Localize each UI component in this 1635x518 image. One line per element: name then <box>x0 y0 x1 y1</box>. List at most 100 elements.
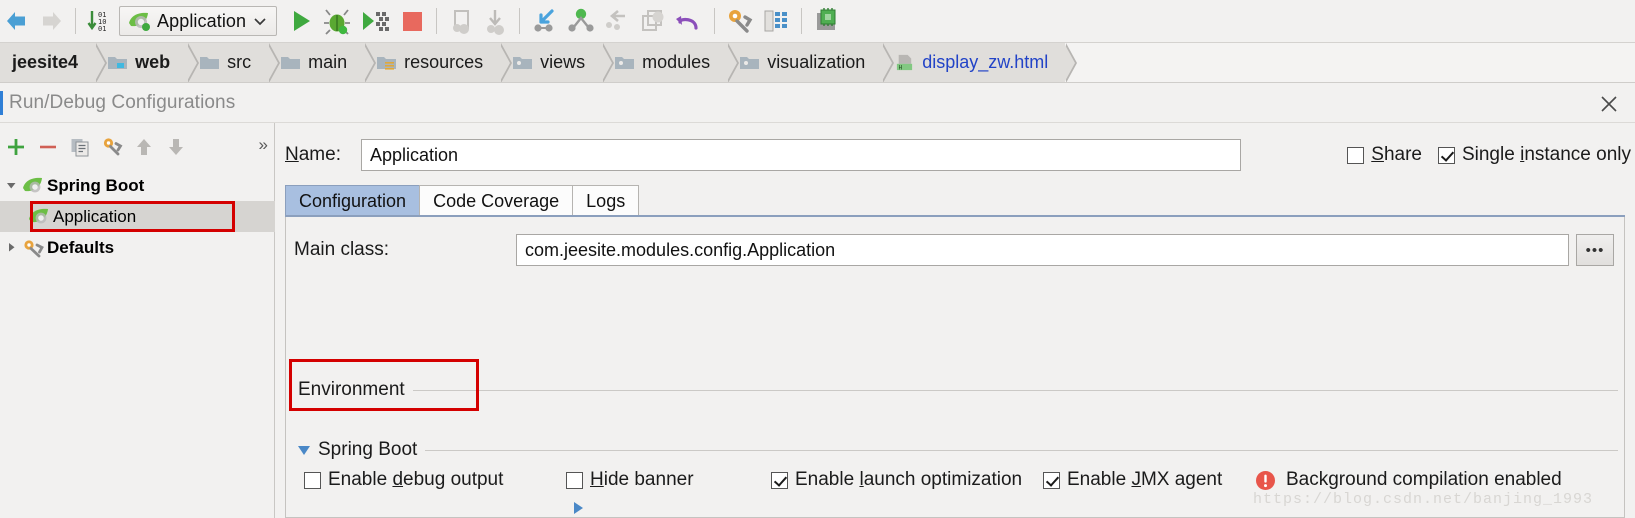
rerun-undo-icon[interactable] <box>674 4 704 38</box>
plus-icon[interactable] <box>0 132 32 162</box>
main-class-label: Main class: <box>294 239 390 260</box>
breadcrumb-item-src[interactable]: src <box>187 43 281 82</box>
forward-arrow-icon <box>37 4 65 38</box>
folder-icon <box>281 57 301 69</box>
copy-configuration-icon[interactable] <box>64 132 96 162</box>
tree-node-label: Spring Boot <box>47 175 145 195</box>
share-label: Share <box>1371 144 1422 165</box>
breadcrumb-label: src <box>227 52 252 72</box>
tree-node-application[interactable]: Application <box>0 201 275 232</box>
chevron-right-icon[interactable] <box>574 502 583 514</box>
breadcrumb-item-modules[interactable]: modules <box>602 43 740 82</box>
checkbox-box <box>1347 146 1365 164</box>
step-out-icon <box>602 4 632 38</box>
step-into-icon[interactable] <box>530 4 560 38</box>
numeric-sort-icon[interactable]: 01 10 01 <box>86 4 112 38</box>
settings-wrench-icon[interactable] <box>725 4 755 38</box>
attach-process-icon <box>481 4 509 38</box>
checkbox-box <box>304 471 321 489</box>
expand-triangle-icon[interactable] <box>0 242 22 253</box>
configurations-toolbar: » <box>0 123 275 170</box>
resources-folder-icon <box>377 57 397 70</box>
tree-node-label: Defaults <box>47 237 115 257</box>
section-divider <box>425 449 1618 451</box>
tree-node-spring-boot[interactable]: Spring Boot <box>0 170 275 201</box>
run-debug-configurations-window: 01 10 01 Application jeesite4 web src ma… <box>0 0 1635 518</box>
restore-layout-icon <box>447 4 475 38</box>
environment-section-header[interactable]: Environment <box>298 379 1618 514</box>
tab-code-coverage[interactable]: Code Coverage <box>419 185 574 216</box>
editor-tabs: Configuration Code Coverage Logs <box>285 185 640 216</box>
breadcrumb-label: web <box>135 52 171 72</box>
breadcrumb-label: display_zw.html <box>922 52 1049 72</box>
breadcrumb-item-web[interactable]: web <box>95 43 200 82</box>
defaults-wrench-icon <box>24 239 44 257</box>
arrow-up-icon <box>128 132 160 162</box>
hide-banner-checkbox[interactable]: Hide banner <box>566 469 771 491</box>
main-class-row: Main class: ••• <box>294 234 1614 266</box>
enable-launch-optimization-label: Enable launch optimization <box>795 469 1023 490</box>
chevron-down-icon[interactable] <box>298 445 310 455</box>
checkbox-box <box>771 471 788 489</box>
background-compilation-warning-text: Background compilation enabled <box>1286 469 1562 490</box>
breadcrumb-item-views[interactable]: views <box>500 43 615 82</box>
configurations-left-panel: » Spring Boot Application Defaults <box>0 123 275 518</box>
breadcrumb-label: modules <box>642 52 711 72</box>
main-class-browse-button[interactable]: ••• <box>1576 234 1614 266</box>
breadcrumb-item-visualization[interactable]: visualization <box>727 43 895 82</box>
step-over-icon[interactable] <box>566 4 596 38</box>
svg-text:H: H <box>899 65 903 71</box>
dialog-title: Run/Debug Configurations <box>9 92 236 113</box>
spring-boot-section-header[interactable]: Spring Boot <box>298 439 1618 461</box>
svg-text:01: 01 <box>98 25 106 33</box>
breadcrumb-item-jeesite4[interactable]: jeesite4 <box>0 43 108 82</box>
breadcrumb-item-display-zw-html[interactable]: H display_zw.html <box>882 43 1078 82</box>
share-checkbox[interactable]: Share <box>1347 144 1422 166</box>
tree-node-label: Application <box>53 206 137 226</box>
enable-jmx-agent-label: Enable JMX agent <box>1067 469 1223 490</box>
checkbox-box <box>1437 146 1455 164</box>
breadcrumb-item-resources[interactable]: resources <box>364 43 513 82</box>
configurations-tree: Spring Boot Application Defaults <box>0 170 275 263</box>
source-folder-icon <box>740 57 760 69</box>
module-folder-icon <box>108 57 128 69</box>
stop-square-icon[interactable] <box>398 4 426 38</box>
spring-boot-section-label: Spring Boot <box>318 439 418 460</box>
minus-icon[interactable] <box>32 132 64 162</box>
database-table-icon[interactable] <box>761 4 791 38</box>
breadcrumb-label: resources <box>404 52 484 72</box>
edit-templates-wrench-icon[interactable] <box>96 132 128 162</box>
enable-jmx-agent-checkbox[interactable]: Enable JMX agent <box>1043 469 1255 491</box>
memory-chip-save-icon[interactable] <box>812 4 842 38</box>
enable-launch-optimization-checkbox[interactable]: Enable launch optimization <box>771 469 1043 491</box>
spring-boot-options-row: Enable debug output Hide banner Enable l… <box>304 469 1624 491</box>
checkbox-box <box>1043 471 1060 489</box>
dialog-accent-bar <box>0 91 3 115</box>
tab-configuration[interactable]: Configuration <box>285 185 421 216</box>
run-with-coverage-icon[interactable] <box>360 4 392 38</box>
toolbar-separator <box>714 8 716 34</box>
environment-section-label: Environment <box>298 379 405 400</box>
html-file-icon: H <box>897 54 913 71</box>
enable-debug-output-checkbox[interactable]: Enable debug output <box>304 469 566 491</box>
back-arrow-icon[interactable] <box>3 4 31 38</box>
more-options-button[interactable]: » <box>259 135 269 155</box>
name-input[interactable] <box>361 139 1241 171</box>
run-configuration-label: Application <box>157 10 247 31</box>
spring-boot-leaf-icon <box>29 208 48 223</box>
close-icon[interactable] <box>1597 92 1621 116</box>
debug-bug-icon[interactable] <box>322 4 354 38</box>
tab-logs[interactable]: Logs <box>572 185 640 216</box>
hide-banner-label: Hide banner <box>590 469 694 490</box>
main-class-input[interactable] <box>516 234 1569 266</box>
chevron-down-icon <box>254 18 266 26</box>
run-play-icon[interactable] <box>286 4 316 38</box>
name-label: Name: <box>285 144 341 165</box>
breadcrumb-item-main[interactable]: main <box>268 43 377 82</box>
spring-boot-leaf-icon <box>23 177 42 192</box>
single-instance-only-checkbox[interactable]: Single instance only <box>1437 144 1631 166</box>
tree-node-defaults[interactable]: Defaults <box>0 232 275 263</box>
run-configuration-selector[interactable]: Application <box>119 6 278 36</box>
expand-triangle-icon[interactable] <box>0 180 22 191</box>
warning-error-icon <box>1256 470 1275 490</box>
